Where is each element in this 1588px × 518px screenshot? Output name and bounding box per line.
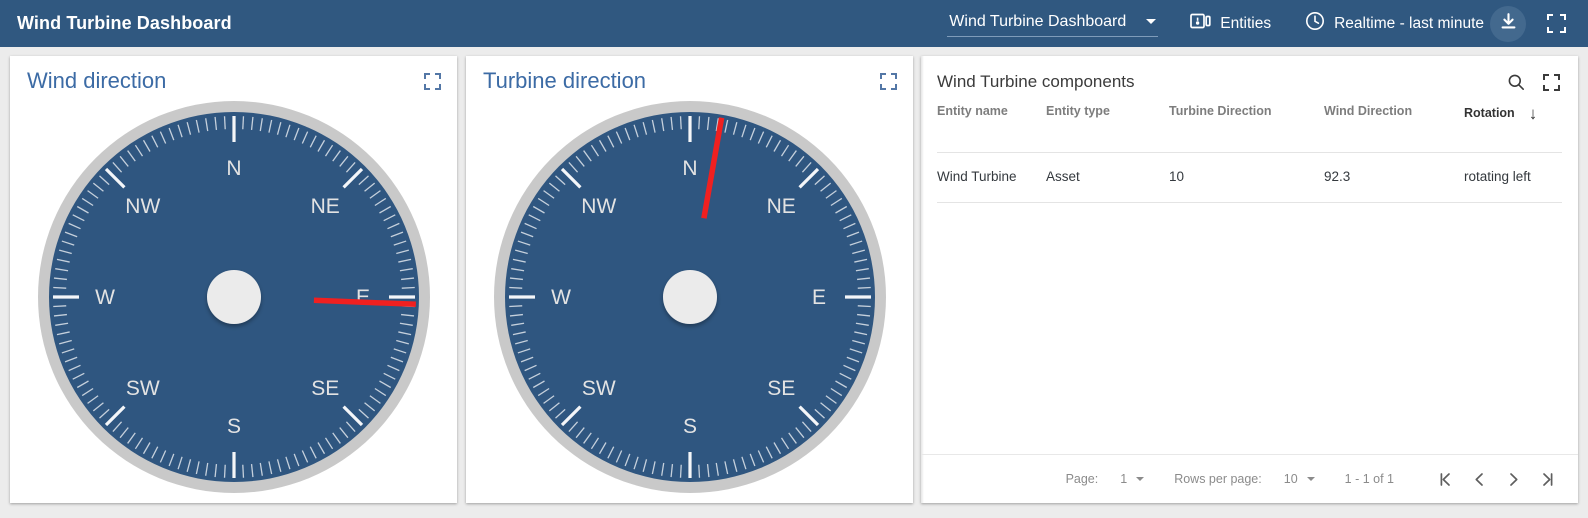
- download-button[interactable]: [1490, 5, 1526, 42]
- fullscreen-button[interactable]: [1538, 6, 1574, 42]
- last-page-button[interactable]: [1530, 462, 1564, 496]
- entities-icon: [1190, 13, 1211, 35]
- column-header-entity-type[interactable]: Entity type: [1046, 104, 1110, 118]
- column-header-rotation-label: Rotation: [1464, 106, 1515, 120]
- svg-text:SW: SW: [125, 377, 159, 400]
- svg-text:W: W: [551, 286, 571, 309]
- chevron-down-icon: [1306, 477, 1315, 481]
- table-row-divider: [937, 202, 1562, 203]
- svg-text:SW: SW: [581, 377, 615, 400]
- page-title: Wind Turbine Dashboard: [17, 13, 232, 33]
- first-page-icon: [1438, 472, 1453, 487]
- svg-text:NW: NW: [581, 195, 616, 218]
- column-header-rotation[interactable]: Rotation ↓: [1464, 104, 1537, 124]
- svg-text:SE: SE: [767, 377, 795, 400]
- sort-descending-icon: ↓: [1528, 104, 1538, 123]
- svg-text:SE: SE: [311, 377, 339, 400]
- timewindow-button[interactable]: Realtime - last minute: [1299, 7, 1490, 40]
- components-table-widget: Wind Turbine components Entity name Enti…: [921, 56, 1578, 503]
- svg-text:W: W: [95, 286, 115, 309]
- column-header-entity-name[interactable]: Entity name: [937, 104, 1008, 118]
- table-row[interactable]: Wind Turbine Asset 10 92.3 rotating left: [921, 153, 1578, 202]
- column-header-wind-direction[interactable]: Wind Direction: [1324, 104, 1412, 118]
- table-header-row: Entity name Entity type Turbine Directio…: [921, 104, 1578, 152]
- entities-button[interactable]: Entities: [1184, 9, 1277, 39]
- chevron-down-icon: [1146, 18, 1157, 24]
- top-toolbar: Wind Turbine Dashboard Wind Turbine Dash…: [0, 0, 1588, 47]
- fullscreen-icon: [1546, 14, 1566, 33]
- last-page-icon: [1540, 472, 1555, 487]
- rows-per-page-label: Rows per page:: [1174, 472, 1262, 486]
- chevron-down-icon: [1136, 477, 1145, 481]
- cell-wind-direction: 92.3: [1324, 169, 1351, 184]
- first-page-button[interactable]: [1428, 462, 1462, 496]
- dashboard-root: Wind Turbine Dashboard Wind Turbine Dash…: [0, 0, 1588, 518]
- table-paginator: Page: 1 Rows per page: 10 1 - 1 of 1: [921, 455, 1578, 503]
- svg-text:N: N: [226, 157, 241, 180]
- wind-direction-widget: Wind direction N NE E SE S SW W NW: [10, 56, 457, 503]
- clock-icon: [1305, 11, 1325, 36]
- svg-text:S: S: [226, 415, 240, 438]
- page-label: Page:: [1065, 472, 1099, 486]
- svg-text:NE: NE: [310, 195, 339, 218]
- page-select-value: 1: [1120, 472, 1128, 486]
- wind-compass: N NE E SE S SW W NW: [10, 92, 457, 502]
- table-widget-title: Wind Turbine components: [937, 72, 1135, 91]
- wind-compass-svg: N NE E SE S SW W NW: [37, 101, 430, 493]
- svg-text:N: N: [682, 157, 697, 180]
- svg-text:E: E: [355, 286, 369, 309]
- previous-page-button[interactable]: [1462, 462, 1496, 496]
- turbine-compass: N NE E SE S SW W NW: [466, 92, 913, 502]
- svg-text:NE: NE: [766, 195, 795, 218]
- cell-rotation: rotating left: [1464, 169, 1531, 184]
- dashboard-select-value: Wind Turbine Dashboard: [949, 12, 1127, 30]
- wind-widget-title: Wind direction: [27, 68, 167, 93]
- svg-text:S: S: [682, 415, 696, 438]
- turbine-direction-widget: Turbine direction N NE E SE S SW W NW: [466, 56, 913, 503]
- page-select[interactable]: 1: [1120, 472, 1145, 486]
- cell-entity-name: Wind Turbine: [937, 169, 1017, 184]
- next-page-icon: [1506, 472, 1521, 487]
- search-icon[interactable]: [1507, 73, 1525, 91]
- previous-page-icon: [1472, 472, 1487, 487]
- column-header-turbine-direction[interactable]: Turbine Direction: [1169, 104, 1272, 118]
- entities-label: Entities: [1220, 14, 1272, 32]
- dashboard-select[interactable]: Wind Turbine Dashboard: [947, 11, 1159, 37]
- cell-entity-type: Asset: [1046, 169, 1080, 184]
- table-widget-header: Wind Turbine components: [921, 56, 1578, 108]
- download-icon: [1499, 12, 1518, 36]
- next-page-button[interactable]: [1496, 462, 1530, 496]
- turbine-compass-svg: N NE E SE S SW W NW: [493, 101, 886, 493]
- turbine-widget-title: Turbine direction: [483, 68, 647, 93]
- svg-text:E: E: [811, 286, 825, 309]
- rows-per-page-select[interactable]: 10: [1284, 472, 1315, 486]
- fullscreen-icon[interactable]: [1543, 73, 1560, 91]
- svg-text:NW: NW: [125, 195, 160, 218]
- rows-per-page-value: 10: [1283, 472, 1298, 486]
- cell-turbine-direction: 10: [1169, 169, 1185, 184]
- timewindow-label: Realtime - last minute: [1334, 14, 1484, 32]
- expand-icon[interactable]: [880, 72, 897, 90]
- page-range-label: 1 - 1 of 1: [1344, 472, 1394, 486]
- expand-icon[interactable]: [424, 72, 441, 90]
